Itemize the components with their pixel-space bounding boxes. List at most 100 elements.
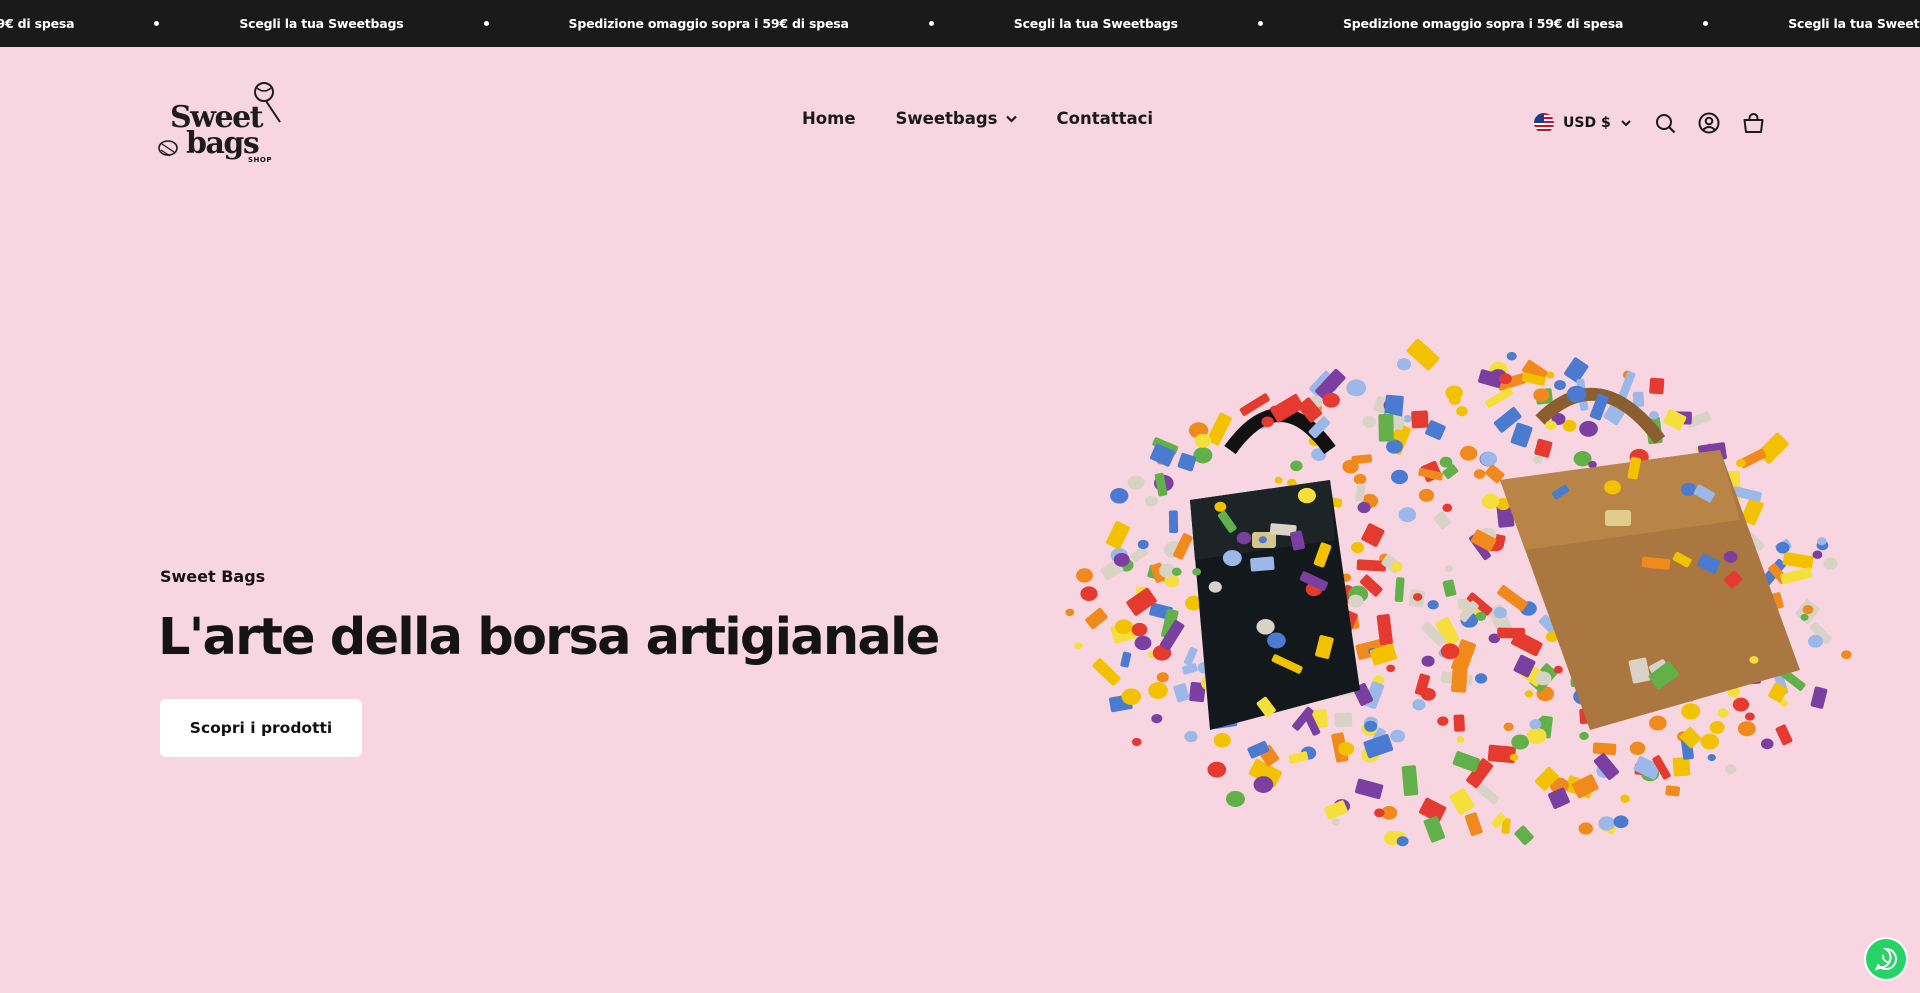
candy-piece [1475, 611, 1487, 621]
separator-dot-icon [928, 21, 934, 26]
candy-piece [1737, 721, 1756, 737]
candy-piece [1440, 643, 1460, 660]
candy-piece [1267, 632, 1286, 649]
candy-piece [1145, 495, 1158, 507]
hero-subheading: Sweet Bags [160, 567, 266, 586]
candy-piece [1442, 503, 1453, 512]
site-logo[interactable]: Sweet bags SHOP [158, 82, 284, 166]
candy-piece [1672, 757, 1691, 777]
candy-piece [1681, 703, 1701, 720]
candy-piece [1480, 451, 1497, 467]
candy-piece [1374, 808, 1385, 818]
candy-piece [1509, 753, 1519, 761]
candy-piece [1564, 357, 1589, 383]
candy-piece [1760, 738, 1774, 750]
candy-piece [1736, 459, 1746, 468]
candy-piece [1074, 642, 1083, 650]
candy-piece [1598, 816, 1616, 831]
candy-piece [1453, 714, 1465, 732]
separator-dot-icon [154, 21, 160, 26]
candy-piece [1444, 565, 1454, 573]
candy-piece [1120, 651, 1132, 668]
candy-piece [1578, 822, 1593, 835]
candy-piece [1390, 729, 1406, 743]
candy-piece [1464, 812, 1483, 837]
candy-piece [1514, 825, 1534, 846]
candy-piece [1724, 764, 1737, 775]
candy-piece [1401, 765, 1419, 796]
candy-piece [1412, 699, 1426, 711]
candy-piece [1503, 722, 1514, 732]
candy-piece [1529, 719, 1542, 730]
candy-piece [1553, 665, 1563, 674]
candy-piece [1225, 790, 1245, 808]
candy-piece [1351, 454, 1373, 465]
currency-selector[interactable]: USD $ [1534, 113, 1631, 133]
candy-piece [1487, 744, 1516, 764]
candy-piece [1526, 727, 1547, 745]
candy-piece [1261, 416, 1274, 428]
candy-piece [1092, 658, 1121, 686]
candy-piece [1413, 593, 1423, 601]
candy-piece [1121, 688, 1142, 705]
candy-piece [1812, 550, 1823, 559]
candy-piece [1137, 539, 1149, 550]
candy-piece [1533, 388, 1550, 402]
candy-piece [1356, 559, 1387, 572]
candy-piece [1390, 562, 1403, 572]
candy-piece [1184, 647, 1198, 666]
candy-piece [1297, 487, 1316, 504]
candy-piece [1449, 788, 1475, 815]
whatsapp-icon [1874, 947, 1898, 971]
candy-piece [1717, 708, 1729, 718]
candy-piece [1545, 420, 1557, 431]
site-header: Sweet bags SHOP Home Sweetbags Contattac… [0, 47, 1920, 197]
whatsapp-button[interactable] [1866, 939, 1906, 979]
nav-contattaci[interactable]: Contattaci [1057, 109, 1154, 128]
candy-piece [1213, 732, 1231, 748]
candy-piece [1148, 682, 1168, 699]
currency-label: USD $ [1563, 115, 1611, 131]
candy-piece [1445, 385, 1463, 401]
candy-piece [1510, 422, 1533, 448]
search-icon[interactable] [1655, 113, 1676, 134]
candy-piece [1459, 445, 1478, 461]
candy-piece [1757, 432, 1789, 464]
candy-piece [1171, 567, 1182, 576]
candy-piece [1808, 634, 1824, 648]
candy-piece [1709, 721, 1725, 734]
nav-home[interactable]: Home [802, 109, 856, 128]
nav-sweetbags[interactable]: Sweetbags [896, 109, 1017, 128]
candy-piece [1649, 715, 1667, 731]
candy-piece [1418, 488, 1435, 502]
candy-piece [1452, 751, 1480, 773]
candy-piece [1456, 406, 1468, 417]
candy-piece [1780, 567, 1813, 585]
candy-piece [1511, 734, 1530, 750]
account-icon[interactable] [1698, 112, 1720, 134]
candy-piece [1649, 377, 1665, 395]
announcement-message: Spedizione omaggio sopra i 59€ di spesa [568, 16, 849, 31]
candy-piece [1810, 686, 1828, 709]
announcement-message: Scegli la tua Sweetbags [1013, 16, 1178, 31]
cart-icon[interactable] [1742, 112, 1765, 134]
candy-piece [1192, 568, 1202, 576]
candy-piece [1391, 469, 1409, 485]
candy-piece [1131, 622, 1148, 637]
candy-piece [1065, 608, 1075, 617]
separator-dot-icon [1257, 21, 1263, 26]
candy-piece [1680, 482, 1697, 497]
candy-piece [1394, 577, 1405, 603]
candy-piece [1800, 613, 1809, 621]
candy-piece [1250, 556, 1275, 572]
candy-piece [1105, 521, 1130, 550]
candy-piece [1481, 493, 1500, 509]
candy-piece [1732, 697, 1750, 712]
candy-piece [1396, 358, 1412, 371]
candy-piece [1396, 836, 1409, 847]
shop-products-button[interactable]: Scopri i prodotti [160, 699, 362, 757]
candy-piece [1351, 542, 1365, 554]
candy-piece [1184, 730, 1198, 743]
candy-piece [1181, 663, 1198, 675]
candy-piece [1258, 536, 1267, 544]
